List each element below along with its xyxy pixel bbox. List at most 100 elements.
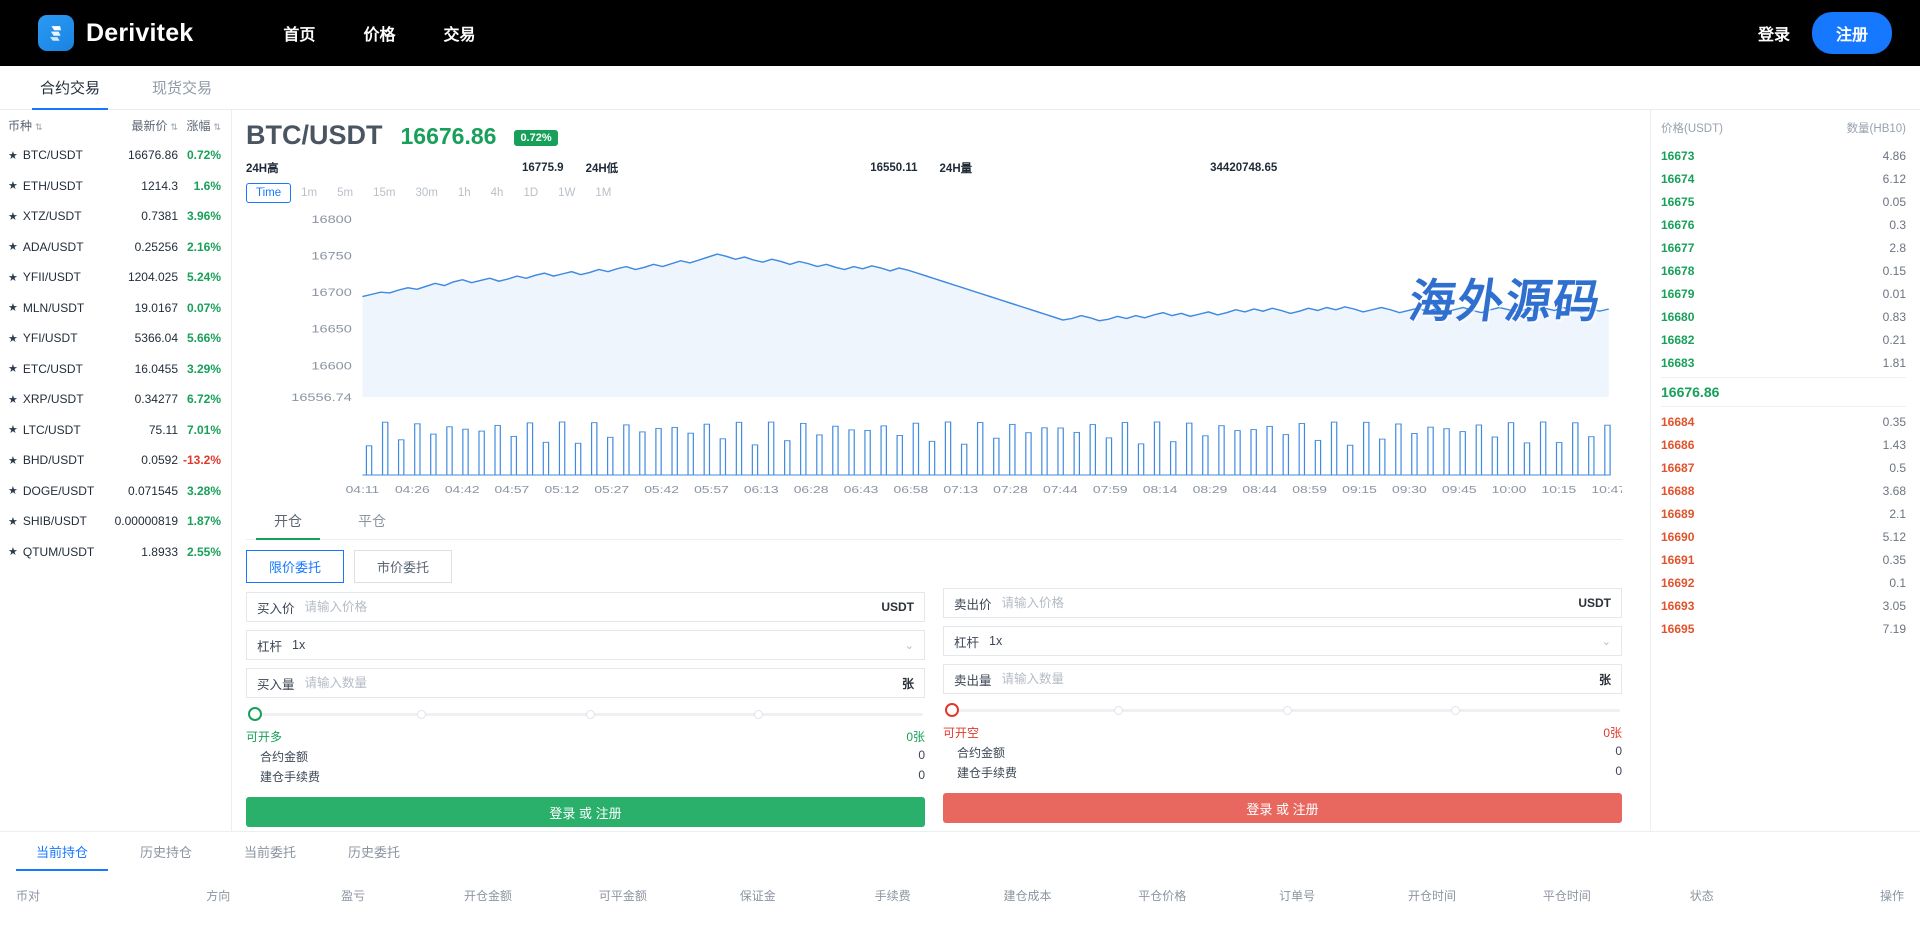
long-amount-input[interactable] — [305, 676, 902, 690]
favorite-star-icon[interactable]: ★ — [8, 271, 18, 284]
order-book-row[interactable]: 166861.43 — [1661, 433, 1906, 456]
positions-tab[interactable]: 当前持仓 — [10, 832, 114, 871]
slider-handle[interactable] — [248, 707, 262, 721]
order-book-row[interactable]: 166892.1 — [1661, 502, 1906, 525]
favorite-star-icon[interactable]: ★ — [8, 301, 18, 314]
coin-row[interactable]: ★ADA/USDT0.252562.16% — [0, 232, 231, 263]
favorite-star-icon[interactable]: ★ — [8, 240, 18, 253]
limit-order-button[interactable]: 限价委托 — [246, 550, 344, 583]
coin-row[interactable]: ★XTZ/USDT0.73813.96% — [0, 201, 231, 232]
slider-mark[interactable] — [1114, 706, 1123, 715]
timeframe-time[interactable]: Time — [246, 183, 291, 203]
coin-row[interactable]: ★ETC/USDT16.04553.29% — [0, 354, 231, 385]
timeframe-1m[interactable]: 1M — [585, 183, 621, 203]
favorite-star-icon[interactable]: ★ — [8, 484, 18, 497]
sort-icon[interactable]: ⇅ — [35, 123, 43, 132]
coin-column-price[interactable]: 最新价⇅ — [100, 117, 178, 134]
slider-mark[interactable] — [1283, 706, 1292, 715]
positions-tab[interactable]: 历史委托 — [322, 832, 426, 871]
order-book-row[interactable]: 166883.68 — [1661, 479, 1906, 502]
order-book-row[interactable]: 166746.12 — [1661, 167, 1906, 190]
brand[interactable]: Derivitek — [38, 15, 193, 51]
order-book-row[interactable]: 166820.21 — [1661, 328, 1906, 351]
nav-item-home[interactable]: 首页 — [283, 21, 315, 45]
login-link[interactable]: 登录 — [1758, 21, 1790, 45]
timeframe-30m[interactable]: 30m — [405, 183, 447, 203]
order-book-row[interactable]: 166905.12 — [1661, 525, 1906, 548]
register-button[interactable]: 注册 — [1812, 12, 1892, 54]
order-book-row[interactable]: 166750.05 — [1661, 190, 1906, 213]
slider-mark[interactable] — [754, 710, 763, 719]
favorite-star-icon[interactable]: ★ — [8, 545, 18, 558]
favorite-star-icon[interactable]: ★ — [8, 423, 18, 436]
coin-column-symbol[interactable]: 币种⇅ — [8, 117, 100, 134]
order-book-row[interactable]: 166840.35 — [1661, 410, 1906, 433]
tab-close-position[interactable]: 平仓 — [330, 503, 414, 539]
timeframe-15m[interactable]: 15m — [363, 183, 405, 203]
slider-mark[interactable] — [586, 710, 595, 719]
coin-row[interactable]: ★DOGE/USDT0.0715453.28% — [0, 476, 231, 507]
price-chart[interactable]: 168001675016700166501660016556.7404:1104… — [246, 207, 1622, 497]
order-book-row[interactable]: 166957.19 — [1661, 617, 1906, 640]
long-submit-button[interactable]: 登录 或 注册 — [246, 797, 925, 827]
order-book-row[interactable]: 166920.1 — [1661, 571, 1906, 594]
sort-icon[interactable]: ⇅ — [170, 123, 178, 132]
short-amount-field[interactable]: 卖出量 张 — [943, 664, 1622, 694]
favorite-star-icon[interactable]: ★ — [8, 362, 18, 375]
slider-handle[interactable] — [945, 703, 959, 717]
slider-mark[interactable] — [1451, 706, 1460, 715]
long-price-field[interactable]: 买入价 USDT — [246, 592, 925, 622]
tab-spot-trading[interactable]: 现货交易 — [126, 66, 238, 109]
long-amount-field[interactable]: 买入量 张 — [246, 668, 925, 698]
long-price-input[interactable] — [305, 600, 882, 614]
nav-item-prices[interactable]: 价格 — [363, 21, 395, 45]
short-submit-button[interactable]: 登录 或 注册 — [943, 793, 1622, 823]
chevron-down-icon[interactable]: ⌄ — [1602, 635, 1611, 648]
order-book-row[interactable]: 166734.86 — [1661, 144, 1906, 167]
timeframe-1w[interactable]: 1W — [548, 183, 585, 203]
nav-item-trade[interactable]: 交易 — [443, 21, 475, 45]
long-leverage-select[interactable]: 杠杆 1x ⌄ — [246, 630, 925, 660]
timeframe-5m[interactable]: 5m — [327, 183, 363, 203]
coin-row[interactable]: ★BHD/USDT0.0592-13.2% — [0, 445, 231, 476]
timeframe-4h[interactable]: 4h — [481, 183, 514, 203]
order-book-row[interactable]: 166933.05 — [1661, 594, 1906, 617]
chevron-down-icon[interactable]: ⌄ — [905, 639, 914, 652]
coin-column-change[interactable]: 涨幅⇅ — [178, 117, 221, 134]
tab-contract-trading[interactable]: 合约交易 — [14, 66, 126, 109]
order-book-row[interactable]: 166790.01 — [1661, 282, 1906, 305]
market-order-button[interactable]: 市价委托 — [354, 550, 452, 583]
slider-mark[interactable] — [417, 710, 426, 719]
order-book-row[interactable]: 166772.8 — [1661, 236, 1906, 259]
short-price-input[interactable] — [1002, 596, 1579, 610]
sort-icon[interactable]: ⇅ — [213, 123, 221, 132]
coin-row[interactable]: ★MLN/USDT19.01670.07% — [0, 293, 231, 324]
short-price-field[interactable]: 卖出价 USDT — [943, 588, 1622, 618]
long-amount-slider[interactable] — [248, 706, 923, 724]
tab-open-position[interactable]: 开仓 — [246, 503, 330, 539]
short-amount-input[interactable] — [1002, 672, 1599, 686]
favorite-star-icon[interactable]: ★ — [8, 149, 18, 162]
favorite-star-icon[interactable]: ★ — [8, 179, 18, 192]
order-book-row[interactable]: 166831.81 — [1661, 351, 1906, 374]
positions-tab[interactable]: 历史持仓 — [114, 832, 218, 871]
coin-row[interactable]: ★YFII/USDT1204.0255.24% — [0, 262, 231, 293]
order-book-row[interactable]: 166760.3 — [1661, 213, 1906, 236]
timeframe-1m[interactable]: 1m — [291, 183, 327, 203]
coin-row[interactable]: ★QTUM/USDT1.89332.55% — [0, 537, 231, 568]
short-leverage-select[interactable]: 杠杆 1x ⌄ — [943, 626, 1622, 656]
favorite-star-icon[interactable]: ★ — [8, 515, 18, 528]
coin-row[interactable]: ★XRP/USDT0.342776.72% — [0, 384, 231, 415]
coin-row[interactable]: ★LTC/USDT75.117.01% — [0, 415, 231, 446]
order-book-row[interactable]: 166870.5 — [1661, 456, 1906, 479]
positions-tab[interactable]: 当前委托 — [218, 832, 322, 871]
timeframe-1h[interactable]: 1h — [448, 183, 481, 203]
short-amount-slider[interactable] — [945, 702, 1620, 720]
coin-row[interactable]: ★BTC/USDT16676.860.72% — [0, 140, 231, 171]
coin-row[interactable]: ★ETH/USDT1214.31.6% — [0, 171, 231, 202]
coin-row[interactable]: ★YFI/USDT5366.045.66% — [0, 323, 231, 354]
order-book-row[interactable]: 166800.83 — [1661, 305, 1906, 328]
favorite-star-icon[interactable]: ★ — [8, 210, 18, 223]
order-book-row[interactable]: 166910.35 — [1661, 548, 1906, 571]
order-book-row[interactable]: 166780.15 — [1661, 259, 1906, 282]
